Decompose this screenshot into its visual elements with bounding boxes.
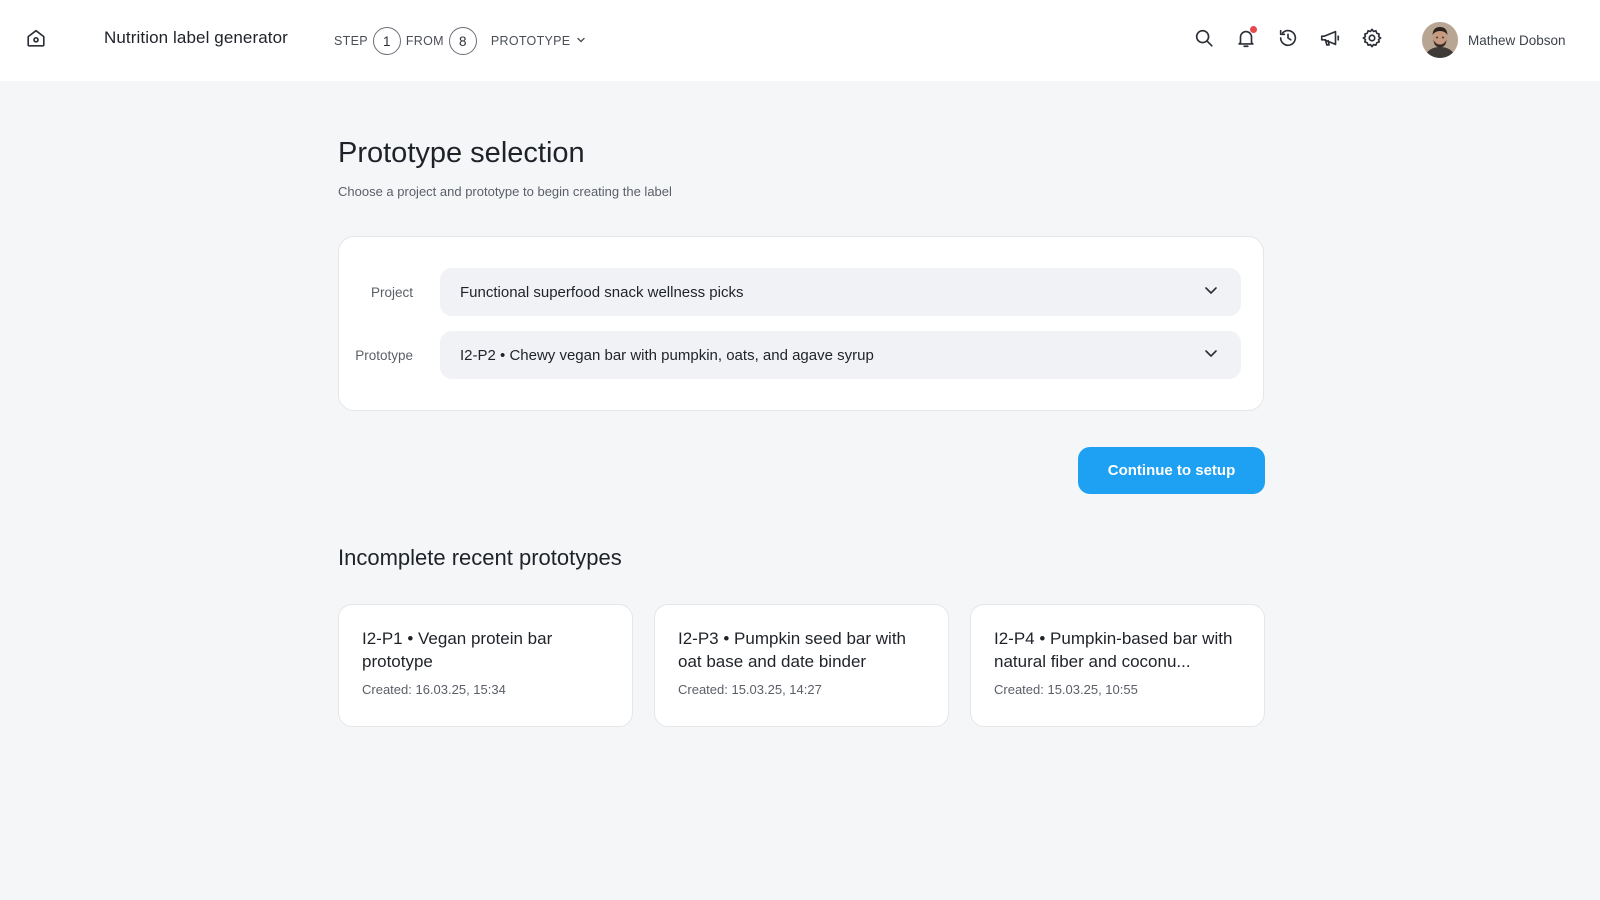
step-indicator: STEP 1 FROM 8 PROTOTYPE (334, 27, 586, 55)
prototype-card-created: Created: 15.03.25, 14:27 (678, 682, 822, 697)
app-title: Nutrition label generator (104, 28, 288, 47)
recent-prototype-card[interactable]: I2-P3 • Pumpkin seed bar with oat base a… (654, 604, 949, 727)
prototype-card-created: Created: 16.03.25, 15:34 (362, 682, 506, 697)
recent-prototype-card[interactable]: I2-P4 • Pumpkin-based bar with natural f… (970, 604, 1265, 727)
prototype-card-created: Created: 15.03.25, 10:55 (994, 682, 1138, 697)
home-button[interactable] (22, 26, 50, 54)
stage-dropdown[interactable]: PROTOTYPE (491, 34, 587, 48)
header-actions (1190, 26, 1400, 54)
home-icon (25, 27, 47, 54)
project-select[interactable]: Functional superfood snack wellness pick… (440, 268, 1241, 316)
project-label: Project (370, 284, 413, 300)
megaphone-icon (1318, 27, 1342, 54)
settings-button[interactable] (1358, 26, 1386, 54)
history-icon (1277, 27, 1299, 54)
step-current: 1 (372, 27, 401, 55)
prototype-value: I2-P2 • Chewy vegan bar with pumpkin, oa… (460, 346, 874, 364)
chevron-down-icon (576, 34, 586, 48)
search-button[interactable] (1190, 26, 1218, 54)
search-icon (1193, 27, 1215, 54)
selection-card: Project Functional superfood snack welln… (338, 236, 1264, 411)
prototype-field: Prototype I2-P2 • Chewy vegan bar with p… (339, 331, 1263, 379)
step-prefix: STEP (334, 34, 368, 48)
notification-dot (1250, 26, 1257, 33)
prototype-card-name: I2-P1 • Vegan protein bar prototype (362, 629, 553, 671)
page-subtitle: Choose a project and prototype to begin … (338, 184, 672, 199)
top-header: Nutrition label generator STEP 1 FROM 8 … (0, 0, 1600, 81)
page-title: Prototype selection (338, 137, 585, 169)
recent-prototypes-title: Incomplete recent prototypes (338, 545, 622, 570)
project-value: Functional superfood snack wellness pick… (460, 283, 744, 301)
chevron-down-icon (1203, 282, 1219, 302)
user-menu[interactable]: Mathew Dobson (1422, 22, 1566, 58)
prototype-card-name: I2-P3 • Pumpkin seed bar with oat base a… (678, 629, 907, 671)
history-button[interactable] (1274, 26, 1302, 54)
prototype-card-name: I2-P4 • Pumpkin-based bar with natural f… (994, 629, 1233, 671)
prototype-select[interactable]: I2-P2 • Chewy vegan bar with pumpkin, oa… (440, 331, 1241, 379)
recent-prototype-card[interactable]: I2-P1 • Vegan protein bar prototype Crea… (338, 604, 633, 727)
user-name: Mathew Dobson (1468, 32, 1566, 48)
continue-to-setup-button[interactable]: Continue to setup (1078, 447, 1265, 494)
gear-icon (1361, 27, 1383, 54)
avatar (1422, 22, 1458, 58)
chevron-down-icon (1203, 345, 1219, 365)
prototype-label: Prototype (355, 347, 413, 363)
recent-prototypes-list: I2-P1 • Vegan protein bar prototype Crea… (338, 604, 1265, 727)
project-field: Project Functional superfood snack welln… (339, 268, 1263, 316)
step-from-label: FROM (405, 34, 444, 48)
announcements-button[interactable] (1316, 26, 1344, 54)
step-total: 8 (448, 27, 477, 55)
stage-label: PROTOTYPE (490, 34, 571, 48)
notifications-button[interactable] (1232, 26, 1260, 54)
